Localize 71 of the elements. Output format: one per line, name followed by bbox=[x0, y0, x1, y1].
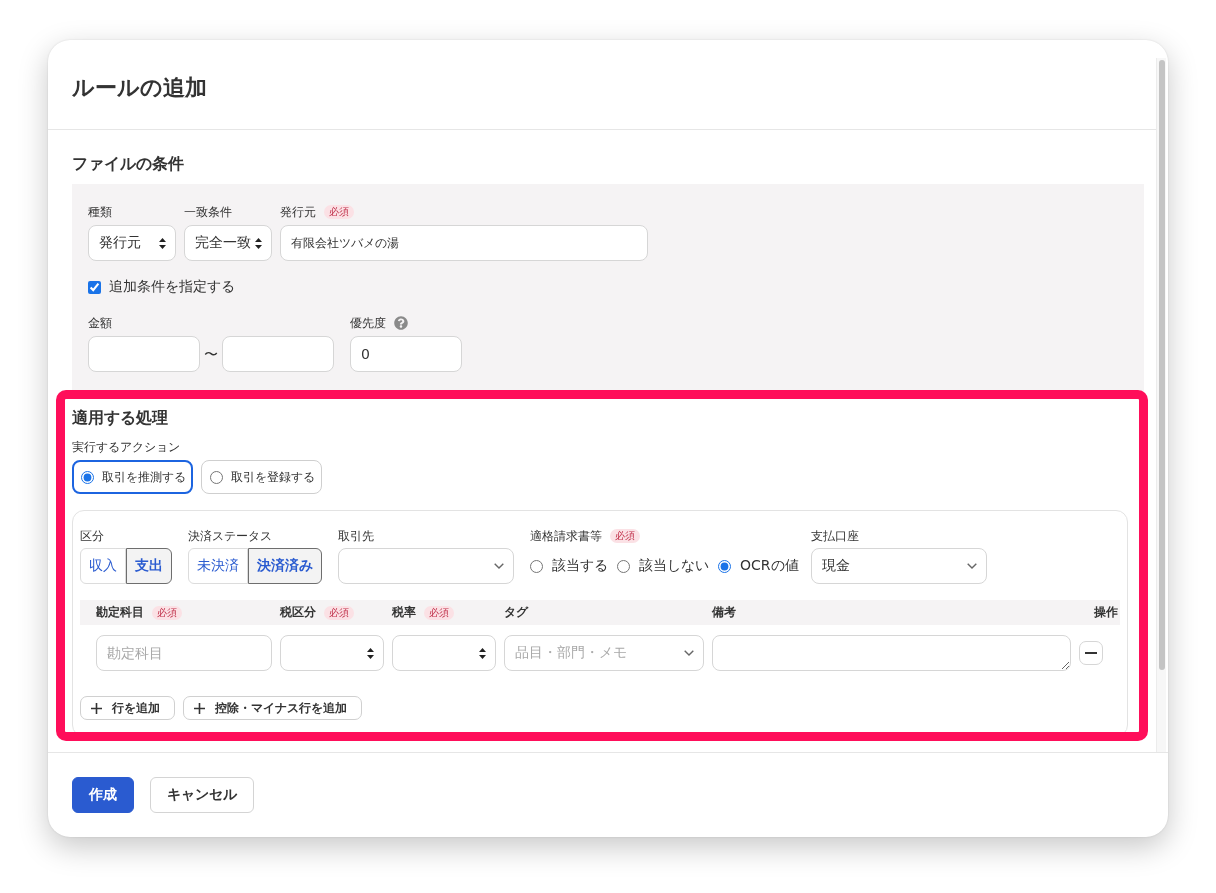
required-badge: 必須 bbox=[324, 605, 354, 620]
required-badge: 必須 bbox=[610, 529, 640, 543]
select-field[interactable] bbox=[280, 635, 384, 671]
column-header: 勘定科目 bbox=[96, 604, 144, 621]
segment-button[interactable]: 収入 bbox=[80, 548, 126, 584]
field-label: 一致条件 bbox=[184, 204, 232, 221]
select-field[interactable]: 現金 bbox=[811, 548, 987, 584]
select-field[interactable] bbox=[392, 635, 496, 671]
plus-icon bbox=[194, 702, 205, 714]
chevron-down-icon bbox=[684, 650, 694, 656]
radio-button[interactable] bbox=[718, 559, 731, 573]
segment-button[interactable]: 未決済 bbox=[188, 548, 248, 584]
add-row-button[interactable]: 行を追加 bbox=[80, 696, 175, 720]
input-field[interactable]: 有限会社ツバメの湯 bbox=[280, 225, 648, 261]
field-label: 区分 bbox=[80, 528, 104, 545]
field-label: 支払口座 bbox=[811, 528, 859, 545]
remove-row-button[interactable] bbox=[1079, 641, 1103, 665]
input-field[interactable] bbox=[222, 336, 334, 372]
create-button[interactable]: 作成 bbox=[72, 777, 134, 813]
segment-button[interactable]: 決済済み bbox=[248, 548, 322, 584]
radio-option[interactable]: 該当しない bbox=[617, 557, 709, 575]
radio-button[interactable] bbox=[617, 559, 630, 573]
column-header: 操作 bbox=[1094, 604, 1118, 621]
action-option[interactable]: 取引を登録する bbox=[201, 460, 322, 494]
required-badge: 必須 bbox=[152, 605, 182, 620]
dialog-title: ルールの追加 bbox=[72, 73, 207, 102]
column-header: 税率 bbox=[392, 604, 416, 621]
radio-option[interactable]: 該当する bbox=[530, 557, 608, 575]
required-badge: 必須 bbox=[324, 205, 354, 219]
radio-button[interactable] bbox=[81, 470, 94, 484]
range-separator: 〜 bbox=[203, 345, 219, 364]
add-row-button[interactable]: 控除・マイナス行を追加 bbox=[183, 696, 362, 720]
column-header: タグ bbox=[504, 604, 528, 621]
plus-icon bbox=[91, 702, 102, 714]
field-label: 実行するアクション bbox=[72, 439, 181, 456]
action-option[interactable]: 取引を推測する bbox=[72, 460, 193, 494]
field-label: 決済ステータス bbox=[188, 528, 272, 545]
chevron-down-icon bbox=[494, 563, 504, 569]
help-icon[interactable] bbox=[394, 316, 408, 330]
column-header: 税区分 bbox=[280, 604, 316, 621]
column-header: 備考 bbox=[712, 604, 736, 621]
chevron-down-icon bbox=[967, 563, 977, 569]
minus-icon bbox=[1085, 652, 1097, 654]
segment-button[interactable]: 支出 bbox=[126, 548, 172, 584]
radio-button[interactable] bbox=[210, 470, 223, 484]
field-label: 優先度 bbox=[350, 315, 386, 332]
field-label: 発行元 bbox=[280, 204, 316, 221]
field-label: 種類 bbox=[88, 204, 112, 221]
select-field[interactable]: 完全一致 bbox=[184, 225, 272, 261]
field-label: 金額 bbox=[88, 315, 112, 332]
input-field[interactable]: 0 bbox=[350, 336, 462, 372]
radio-option[interactable]: OCRの値 bbox=[718, 557, 799, 575]
textarea-field[interactable] bbox=[712, 635, 1071, 671]
required-badge: 必須 bbox=[424, 605, 454, 620]
radio-button[interactable] bbox=[530, 559, 543, 573]
field-label: 適格請求書等 bbox=[530, 528, 602, 545]
updown-arrows-icon bbox=[367, 647, 374, 659]
select-field[interactable] bbox=[338, 548, 514, 584]
field-label: 取引先 bbox=[338, 528, 374, 545]
scrollbar-thumb[interactable] bbox=[1158, 60, 1165, 670]
updown-arrows-icon bbox=[255, 237, 262, 249]
updown-arrows-icon bbox=[479, 647, 486, 659]
input-field[interactable] bbox=[88, 336, 200, 372]
input-field[interactable]: 勘定科目 bbox=[96, 635, 272, 671]
checkbox[interactable] bbox=[88, 280, 101, 294]
updown-arrows-icon bbox=[159, 237, 166, 249]
cancel-button[interactable]: キャンセル bbox=[150, 777, 254, 813]
section-title: ファイルの条件 bbox=[72, 154, 185, 174]
section-title: 適用する処理 bbox=[72, 408, 169, 428]
select-field[interactable]: 発行元 bbox=[88, 225, 176, 261]
checkbox-label: 追加条件を指定する bbox=[109, 278, 235, 296]
